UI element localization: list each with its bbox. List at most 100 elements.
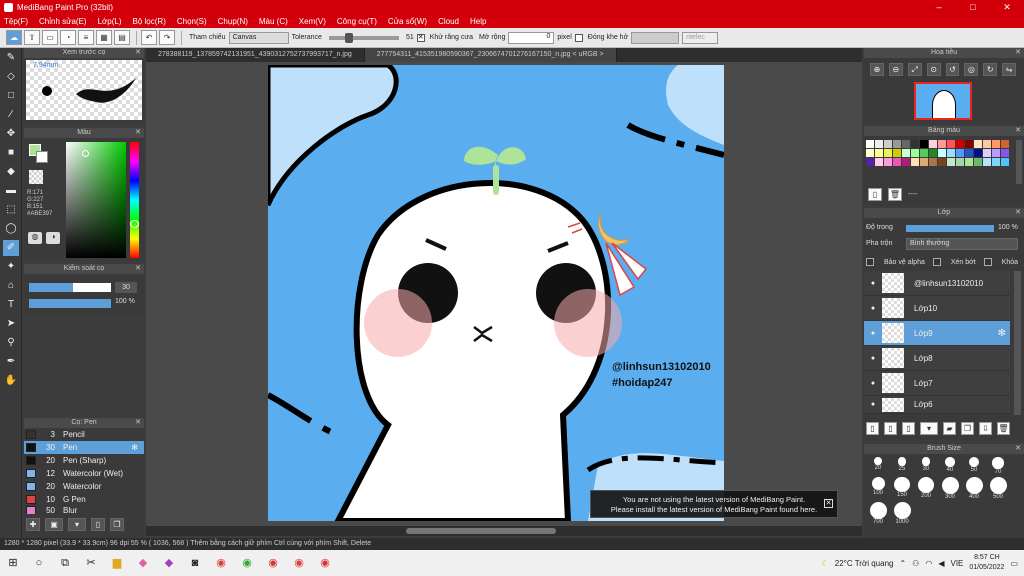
palette-swatch[interactable] — [965, 140, 973, 148]
chrome-icon[interactable]: ◉ — [210, 552, 232, 574]
palette-swatch[interactable] — [956, 140, 964, 148]
palette-swatch[interactable] — [902, 158, 910, 166]
brush-size-option[interactable]: 25 — [890, 457, 914, 475]
shape-icon[interactable]: □ — [3, 88, 19, 104]
delete-layer-icon[interactable]: 🗑 — [997, 422, 1010, 435]
pen-tool-icon[interactable]: ✒ — [3, 354, 19, 370]
brush-item[interactable]: 3 Pencil — [24, 428, 144, 441]
palette-swatch[interactable] — [875, 140, 883, 148]
close-icon[interactable]: ✕ — [135, 418, 141, 428]
navigator-thumbnail[interactable] — [914, 82, 972, 120]
background-color[interactable] — [36, 151, 48, 163]
pointer-icon[interactable]: ➤ — [3, 316, 19, 332]
brush-size-option[interactable]: 20 — [866, 457, 890, 475]
layer-row[interactable]: ● Lớp8 — [864, 346, 1010, 371]
palette-swatch[interactable] — [911, 140, 919, 148]
palette-swatch[interactable] — [893, 149, 901, 157]
layer-row[interactable]: ● @linhsun13102010 — [864, 271, 1010, 296]
brush-item[interactable]: 20 Watercolor — [24, 480, 144, 493]
close-gap-checkbox[interactable] — [574, 33, 583, 42]
wifi-icon[interactable]: ◠ — [925, 559, 932, 568]
new-layer-icon-3[interactable]: ▯ — [902, 422, 915, 435]
palette-swatch[interactable] — [911, 158, 919, 166]
palette-swatch[interactable] — [956, 149, 964, 157]
eye-icon[interactable]: ● — [864, 305, 882, 312]
eye-icon[interactable]: ● — [864, 380, 882, 387]
close-icon[interactable]: ✕ — [1015, 208, 1021, 218]
menu-cloud[interactable]: Cloud — [438, 17, 459, 26]
brush-add-icon[interactable]: ✚ — [26, 518, 40, 531]
app-icon-purple[interactable]: ◆ — [158, 552, 180, 574]
menu-filter[interactable]: Bộ lọc(R) — [133, 17, 166, 26]
brush-item[interactable]: 50 Blur — [24, 506, 144, 514]
palette-swatch[interactable] — [929, 149, 937, 157]
clock[interactable]: 8:57 CH 01/05/2022 — [969, 553, 1004, 573]
notice-close-icon[interactable]: ✕ — [824, 499, 833, 508]
rotate-reset-icon[interactable]: ◎ — [964, 63, 979, 76]
chrome-icon-2[interactable]: ◉ — [288, 552, 310, 574]
palette-scrollbar[interactable] — [1016, 140, 1022, 184]
palette-swatch[interactable] — [866, 158, 874, 166]
palette-swatch[interactable] — [929, 140, 937, 148]
menu-capture[interactable]: Chụp(N) — [218, 17, 248, 26]
palette-swatch[interactable] — [920, 140, 928, 148]
redo-icon[interactable]: ↷ — [159, 30, 175, 45]
undo-icon[interactable]: ↶ — [141, 30, 157, 45]
palette-swatch[interactable] — [992, 140, 1000, 148]
layer-row[interactable]: ● Lớp7 — [864, 371, 1010, 396]
medibang-icon[interactable]: ◉ — [314, 552, 336, 574]
expand-input[interactable]: 0 — [508, 31, 555, 44]
gap-slider[interactable] — [631, 31, 680, 44]
palette-swatch[interactable] — [992, 158, 1000, 166]
brush-size-option[interactable]: 1000 — [890, 501, 914, 525]
tolerance-slider[interactable] — [328, 32, 399, 43]
palette-swatch[interactable] — [884, 149, 892, 157]
camera-icon[interactable]: ◙ — [184, 552, 206, 574]
hue-slider[interactable] — [130, 142, 139, 258]
menu-window[interactable]: Cửa sổ(W) — [388, 17, 427, 26]
maximize-button[interactable]: □ — [956, 0, 990, 14]
brush-size-option[interactable]: 500 — [986, 476, 1010, 500]
brush-size-grid[interactable]: 20 25 30 40 50 70 100 150 200 300 400 500 700 1000 — [866, 456, 1010, 526]
lock-checkbox[interactable] — [983, 258, 992, 266]
eyedropper-color-icon[interactable]: ◑ — [46, 232, 60, 244]
palette-swatch[interactable] — [983, 158, 991, 166]
brush-copy-icon[interactable]: ▯ — [91, 518, 105, 531]
brush-size-option[interactable]: 70 — [986, 457, 1010, 475]
brush-item[interactable]: 20 Pen (Sharp) — [24, 454, 144, 467]
zoom-actual-icon[interactable]: ⊙ — [926, 63, 941, 76]
close-button[interactable]: ✕ — [990, 0, 1024, 14]
network-icon[interactable]: ⚇ — [912, 559, 919, 568]
tray-chevron-icon[interactable]: ⌃ — [899, 559, 906, 568]
tab-document-2[interactable]: 277754311_415351980590367_23066747012761… — [364, 48, 617, 62]
palette-swatch[interactable] — [902, 140, 910, 148]
palette-swatch[interactable] — [911, 149, 919, 157]
palette-swatch[interactable] — [884, 140, 892, 148]
chat-icon[interactable]: ◔ — [60, 30, 76, 45]
menu-tools[interactable]: Công cụ(T) — [337, 17, 377, 26]
app-icon-pink[interactable]: ◆ — [132, 552, 154, 574]
blend-select[interactable]: Bình thường — [906, 238, 1018, 250]
notification-icon[interactable]: ▭ — [1010, 559, 1018, 568]
select-icon[interactable]: ⬚ — [3, 202, 19, 218]
text-icon[interactable]: T — [3, 297, 19, 313]
language-indicator[interactable]: VIE — [950, 559, 963, 568]
close-icon[interactable]: ✕ — [135, 128, 141, 138]
eyedropper-icon[interactable]: ⚲ — [3, 335, 19, 351]
rotate-left-icon[interactable]: ↺ — [945, 63, 960, 76]
palette-swatch[interactable] — [893, 158, 901, 166]
palette-swatch[interactable] — [938, 140, 946, 148]
palette-swatch[interactable] — [938, 158, 946, 166]
brush-size-slider[interactable] — [29, 283, 111, 292]
brush-size-option[interactable]: 200 — [914, 476, 938, 500]
palette-swatch[interactable] — [893, 140, 901, 148]
drawing-canvas[interactable]: @linhsun13102010 #hoidap247 — [268, 65, 724, 521]
eye-icon[interactable]: ● — [864, 401, 882, 408]
line-icon[interactable]: ∕ — [3, 107, 19, 123]
eraser-icon[interactable]: ◇ — [3, 69, 19, 85]
zoom-out-icon[interactable]: ⊖ — [888, 63, 903, 76]
brush-size-option[interactable]: 100 — [866, 476, 890, 500]
palette-swatch[interactable] — [947, 149, 955, 157]
flip-icon[interactable]: ⇋ — [1002, 63, 1016, 76]
stamp-icon[interactable]: ⌂ — [3, 278, 19, 294]
